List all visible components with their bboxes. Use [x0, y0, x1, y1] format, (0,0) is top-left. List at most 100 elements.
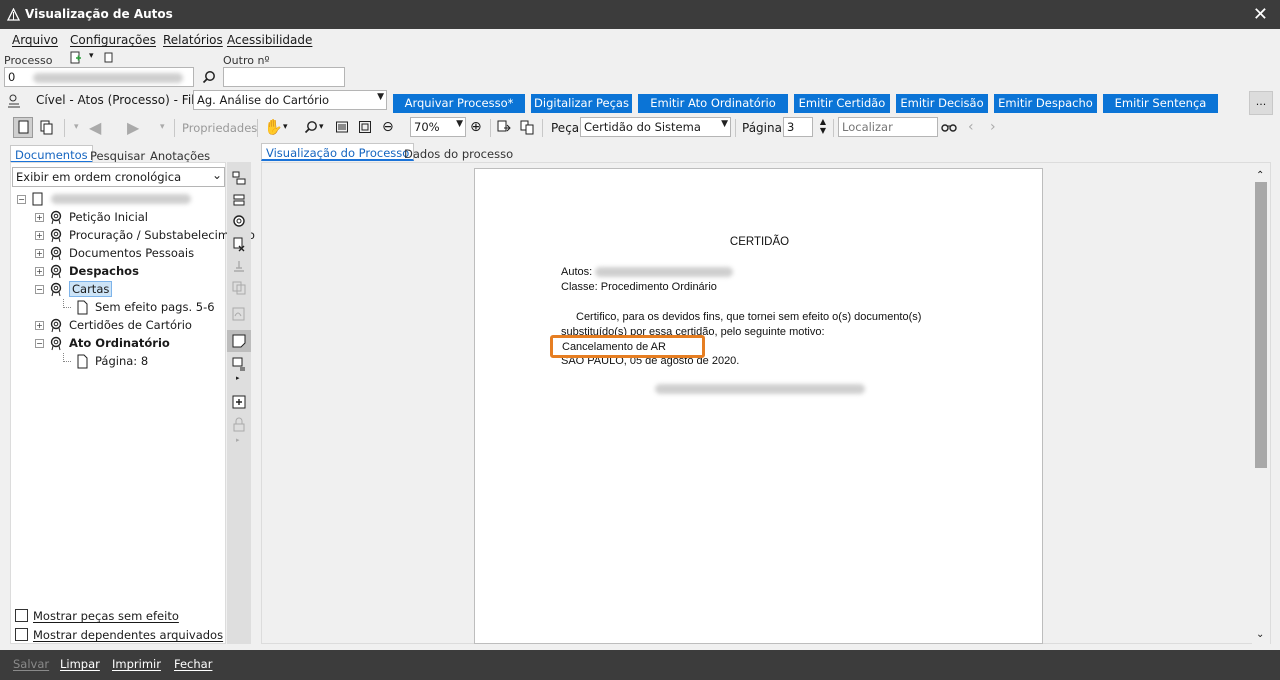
chevron-down-icon[interactable]: ▾	[89, 51, 94, 61]
tree-item[interactable]: − Ato Ordinatório	[35, 334, 170, 352]
single-page-toggle[interactable]	[13, 117, 33, 138]
tree-item[interactable]: + Certidões de Cartório	[35, 316, 192, 334]
menu-acessibilidade[interactable]: Acessibilidade	[227, 33, 312, 47]
page-icon	[18, 120, 29, 134]
hand-dropdown-icon[interactable]: ▾	[283, 122, 288, 132]
close-icon[interactable]: ✕	[1253, 4, 1268, 25]
expand-icon[interactable]: +	[35, 320, 44, 330]
page-spinner[interactable]: ▲ ▼	[817, 117, 829, 137]
checkbox-mostrar-dependentes[interactable]	[15, 628, 28, 641]
processo-label: Processo	[4, 54, 53, 67]
scroll-down-icon[interactable]: ⌄	[1256, 629, 1264, 640]
expand-tree-icon[interactable]	[231, 170, 247, 186]
zoom-icon[interactable]	[304, 120, 318, 134]
tree-connector	[63, 298, 71, 308]
hand-tool-icon[interactable]: ✋	[264, 118, 283, 136]
tree-item[interactable]: + Petição Inicial	[35, 208, 148, 226]
peca-select[interactable]: Certidão do Sistema ▼	[580, 117, 731, 137]
tab-dados-processo[interactable]: Dados do processo	[400, 145, 517, 163]
menu-configuracoes[interactable]: Configurações	[70, 33, 156, 47]
fit-page-icon[interactable]	[358, 120, 372, 134]
fechar-button[interactable]: Fechar	[174, 657, 212, 671]
imprimir-button[interactable]: Imprimir	[112, 657, 161, 671]
tree-item-label: Cartas	[69, 281, 113, 297]
vertical-scrollbar[interactable]: ⌃ ⌄	[1252, 168, 1270, 644]
limpar-button[interactable]: Limpar	[60, 657, 100, 671]
tree-child-item[interactable]: Sem efeito pags. 5-6	[63, 298, 215, 316]
emitir-sentenca-button[interactable]: Emitir Sentença	[1103, 94, 1218, 113]
zoom-in-icon[interactable]: ⊕	[470, 119, 482, 135]
localizar-input[interactable]	[838, 117, 938, 137]
tree-item[interactable]: + Documentos Pessoais	[35, 244, 194, 262]
expand-arrow-icon[interactable]: ▸	[236, 374, 240, 382]
pagina-label: Página	[742, 121, 782, 135]
spinner-down-icon[interactable]: ▼	[817, 126, 829, 135]
zoom-dropdown-icon[interactable]: ▾	[319, 122, 324, 132]
fila-select[interactable]: Ag. Análise do Cartório ▼	[193, 90, 387, 110]
document-icon	[32, 192, 43, 205]
forward-dropdown-icon: ▾	[160, 122, 165, 132]
arquivar-processo-button[interactable]: Arquivar Processo*	[393, 94, 525, 113]
tree-item-label: Sem efeito pags. 5-6	[95, 300, 215, 314]
tree-child-item[interactable]: Página: 8	[63, 352, 148, 370]
menu-arquivo[interactable]: Arquivo	[12, 33, 58, 47]
scrollbar-thumb[interactable]	[1255, 182, 1267, 468]
expand-icon[interactable]: +	[35, 212, 44, 222]
search-icon[interactable]	[202, 70, 216, 84]
emitir-decisao-button[interactable]: Emitir Decisão	[896, 94, 988, 113]
signature-blurred	[655, 384, 865, 397]
expand-icon[interactable]: +	[35, 266, 44, 276]
menu-relatorios[interactable]: Relatórios	[163, 33, 223, 47]
binoculars-icon[interactable]	[941, 121, 957, 133]
certified-folder-icon	[50, 210, 62, 224]
history-dropdown-icon: ▾	[74, 122, 79, 132]
zoom-out-icon[interactable]: ⊖	[382, 119, 394, 135]
emitir-despacho-button[interactable]: Emitir Despacho	[994, 94, 1097, 113]
note-tool-active[interactable]	[227, 330, 251, 352]
remove-doc-icon[interactable]	[231, 236, 247, 252]
processo-input[interactable]: 0	[4, 67, 194, 87]
tree-item[interactable]: − Cartas	[35, 280, 113, 298]
export-pages-icon[interactable]	[496, 119, 513, 136]
compare-pages-icon[interactable]	[519, 119, 536, 136]
emitir-ato-ordinatorio-button[interactable]: Emitir Ato Ordinatório	[638, 94, 788, 113]
scroll-up-icon[interactable]: ⌃	[1256, 170, 1264, 181]
tree-connector	[63, 352, 71, 362]
more-button[interactable]: ...	[1249, 91, 1273, 115]
court-icon	[8, 94, 20, 108]
pages-icon[interactable]	[38, 119, 54, 136]
spinner-up-icon[interactable]: ▲	[817, 117, 829, 126]
collapse-tree-icon[interactable]	[231, 192, 247, 208]
fit-width-icon[interactable]	[335, 120, 349, 134]
new-doc-icon[interactable]	[70, 51, 82, 64]
tree-item-label: Petição Inicial	[69, 210, 149, 224]
expand-icon[interactable]: +	[35, 230, 44, 240]
tab-visualizacao[interactable]: Visualização do Processo	[261, 143, 415, 161]
tab-documentos[interactable]: Documentos	[10, 145, 93, 163]
collapse-icon[interactable]: −	[17, 194, 26, 204]
zoom-select[interactable]: 70% ▼	[410, 117, 466, 137]
collapse-icon[interactable]: −	[35, 284, 44, 294]
page-icon	[77, 300, 88, 314]
note-list-icon[interactable]	[231, 356, 247, 372]
tree-item[interactable]: + Procuração / Substabelecimento	[35, 226, 255, 244]
tree-item[interactable]: + Despachos	[35, 262, 139, 280]
collapse-icon[interactable]: −	[35, 338, 44, 348]
certified-doc-icon[interactable]	[231, 214, 247, 230]
document-page: CERTIDÃO Autos: Classe: Procedimento Ord…	[474, 168, 1043, 644]
checkbox-mostrar-pecas[interactable]	[15, 609, 28, 622]
digitalizar-pecas-button[interactable]: Digitalizar Peças	[531, 94, 632, 113]
add-note-icon[interactable]	[231, 394, 247, 410]
bookmark-icon[interactable]	[104, 52, 114, 63]
order-select[interactable]: Exibir em ordem cronológica ⌄	[12, 167, 225, 187]
checkbox-label-mostrar-dependentes[interactable]: Mostrar dependentes arquivados	[33, 628, 223, 642]
outro-input[interactable]	[223, 67, 345, 87]
checkbox-label-mostrar-pecas[interactable]: Mostrar peças sem efeito	[33, 609, 179, 623]
tree-item-label: Ato Ordinatório	[69, 336, 170, 350]
tree-root[interactable]: −	[17, 190, 191, 208]
emitir-certidao-button[interactable]: Emitir Certidão	[794, 94, 890, 113]
dropdown-arrow-icon: ▼	[377, 92, 384, 102]
pagina-input[interactable]: 3	[783, 117, 813, 137]
previous-icon: ◀	[89, 118, 102, 137]
expand-icon[interactable]: +	[35, 248, 44, 258]
